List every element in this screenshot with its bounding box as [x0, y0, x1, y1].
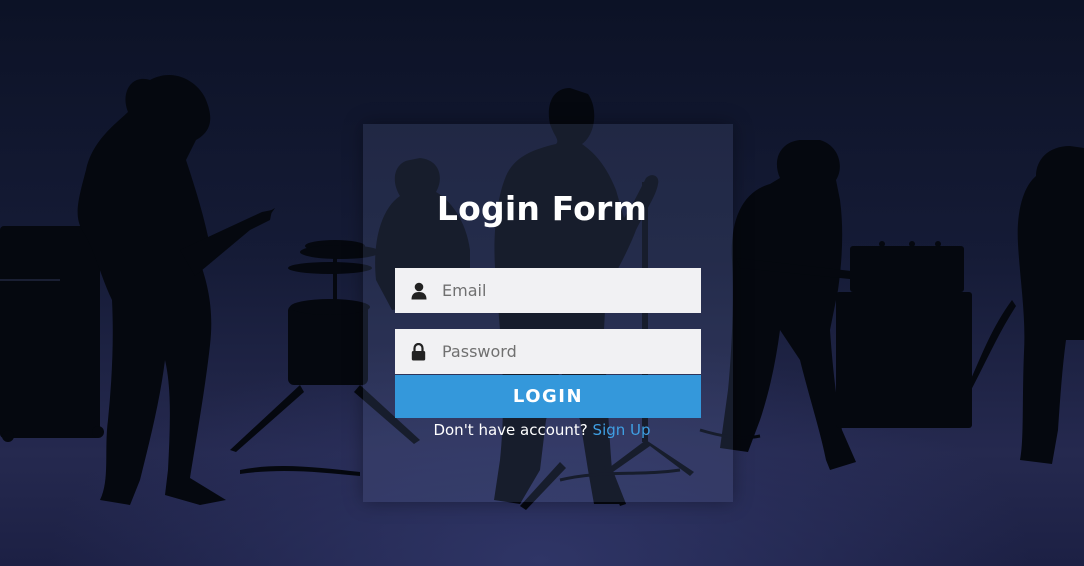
lock-icon	[395, 329, 442, 374]
password-field[interactable]	[395, 329, 701, 374]
signup-prompt-line: Don't have account? Sign Up	[0, 420, 1084, 440]
email-field[interactable]	[395, 268, 701, 313]
login-button[interactable]: LOGIN	[395, 375, 701, 418]
signup-prompt-text: Don't have account?	[433, 421, 588, 439]
login-page: Login Form LOGIN Don't have account? Sig…	[0, 0, 1084, 566]
password-input[interactable]	[442, 329, 701, 374]
login-card	[363, 124, 733, 502]
email-input[interactable]	[442, 268, 701, 313]
form-title: Login Form	[436, 189, 648, 228]
user-icon	[395, 268, 442, 313]
signup-link[interactable]: Sign Up	[593, 421, 651, 439]
